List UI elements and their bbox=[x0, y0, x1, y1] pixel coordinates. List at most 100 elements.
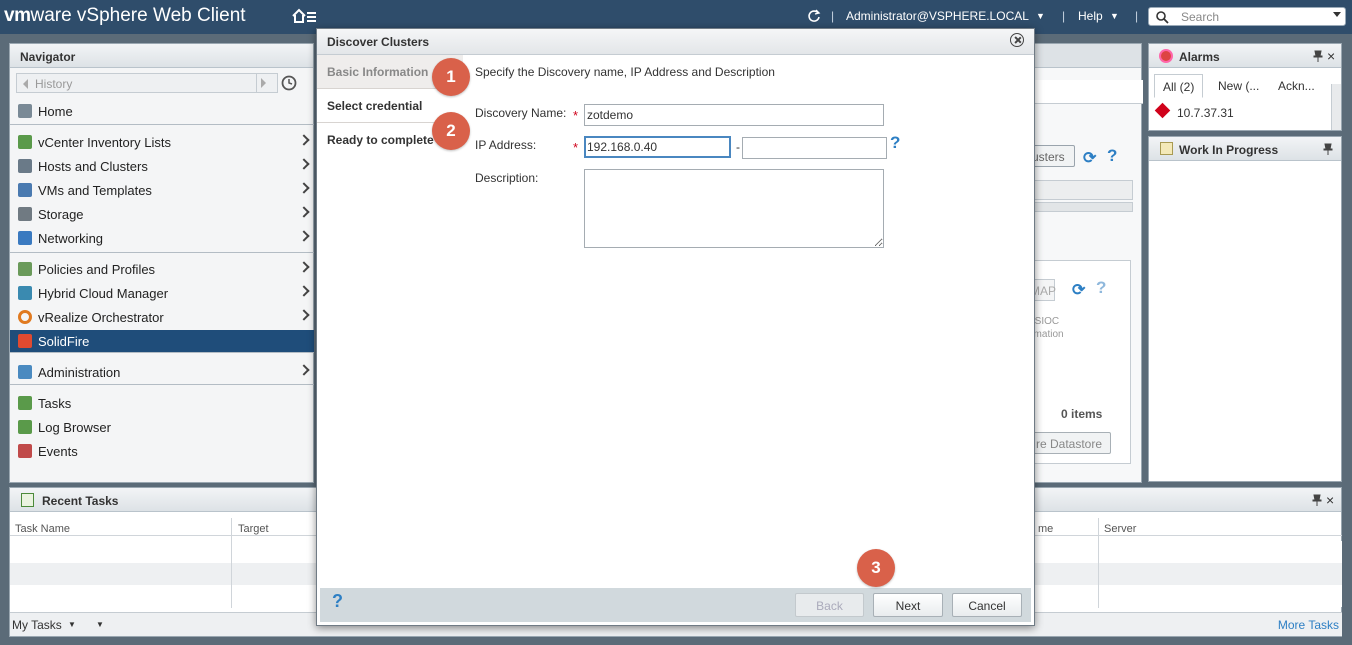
pin-icon[interactable] bbox=[1312, 494, 1322, 506]
items-count: 0 items bbox=[1061, 407, 1103, 421]
callout-badge-2: 2 bbox=[432, 112, 470, 150]
nav-item-administration[interactable]: Administration bbox=[10, 361, 314, 384]
nav-item-label: Hybrid Cloud Manager bbox=[38, 286, 169, 301]
chevron-right-icon bbox=[298, 230, 310, 242]
chevron-right-icon bbox=[298, 182, 310, 194]
dialog-title: Discover Clusters bbox=[317, 29, 1034, 55]
wip-title: Work In Progress bbox=[1149, 137, 1341, 161]
refresh-icon[interactable]: ⟳ bbox=[1072, 280, 1085, 300]
pin-icon[interactable] bbox=[1323, 143, 1333, 155]
nav-item-solidfire[interactable]: SolidFire bbox=[10, 330, 314, 353]
search-input[interactable]: Search bbox=[1148, 7, 1346, 26]
chevron-right-icon bbox=[298, 134, 310, 146]
help-menu[interactable]: Help bbox=[1078, 9, 1103, 23]
discovery-name-label: Discovery Name: bbox=[475, 106, 567, 120]
history-back[interactable]: History bbox=[16, 73, 278, 93]
tab-new[interactable]: New (... bbox=[1210, 74, 1267, 98]
history-clock-icon[interactable] bbox=[280, 74, 298, 92]
nav-item-events[interactable]: Events bbox=[10, 440, 314, 463]
wizard-content: Specify the Discovery name, IP Address a… bbox=[463, 55, 1034, 588]
history-forward[interactable] bbox=[256, 74, 270, 92]
alarm-clock-icon bbox=[1159, 49, 1173, 63]
my-tasks-dropdown[interactable]: My Tasks bbox=[12, 618, 62, 632]
tab-acknowledged[interactable]: Ackn... bbox=[1270, 74, 1323, 98]
horizontal-scrollbar[interactable] bbox=[1033, 202, 1133, 212]
navigator-title: Navigator bbox=[10, 44, 313, 68]
nav-item-networking[interactable]: Networking bbox=[10, 227, 314, 250]
help-icon[interactable]: ? bbox=[1107, 146, 1117, 166]
nav-item-label: vRealize Orchestrator bbox=[38, 310, 164, 325]
next-button[interactable]: Next bbox=[873, 593, 943, 617]
callout-badge-3: 3 bbox=[857, 549, 895, 587]
nav-item-vrealize-orchestrator[interactable]: vRealize Orchestrator bbox=[10, 306, 314, 329]
help-icon[interactable]: ? bbox=[1096, 278, 1106, 298]
nav-item-label: Home bbox=[38, 104, 73, 119]
refresh-icon[interactable] bbox=[807, 9, 821, 26]
callout-badge-1: 1 bbox=[432, 58, 470, 96]
tab-all[interactable]: All (2) bbox=[1154, 74, 1204, 98]
column-name[interactable]: me bbox=[1038, 523, 1053, 535]
help-icon[interactable]: ? bbox=[890, 133, 900, 153]
nav-item-storage[interactable]: Storage bbox=[10, 203, 314, 226]
nav-item-log-browser[interactable]: Log Browser bbox=[10, 416, 314, 439]
user-menu[interactable]: Administrator@VSPHERE.LOCAL bbox=[846, 9, 1029, 23]
chevron-down-icon[interactable]: ▼ bbox=[1110, 11, 1119, 21]
help-icon[interactable]: ? bbox=[332, 591, 343, 612]
discover-clusters-dialog: Discover Clusters Basic Information Sele… bbox=[316, 28, 1035, 626]
nav-divider bbox=[10, 124, 314, 125]
close-icon[interactable] bbox=[1010, 33, 1024, 47]
required-marker: * bbox=[573, 108, 579, 123]
cancel-button[interactable]: Cancel bbox=[952, 593, 1022, 617]
discovery-name-input[interactable] bbox=[584, 104, 884, 126]
nav-item-vcenter-inventory-lists[interactable]: vCenter Inventory Lists bbox=[10, 131, 314, 154]
description-textarea[interactable] bbox=[584, 169, 884, 248]
nav-divider bbox=[10, 252, 314, 253]
chevron-right-icon bbox=[298, 158, 310, 170]
nav-item-hybrid-cloud-manager[interactable]: Hybrid Cloud Manager bbox=[10, 282, 314, 305]
vertical-scrollbar[interactable] bbox=[1331, 84, 1341, 130]
close-icon[interactable]: × bbox=[1327, 48, 1335, 64]
solidfire-icon bbox=[18, 334, 32, 348]
ip-address-label: IP Address: bbox=[475, 138, 537, 152]
nav-item-tasks[interactable]: Tasks bbox=[10, 392, 314, 415]
nav-item-label: Tasks bbox=[38, 396, 72, 411]
alarm-item[interactable]: 10.7.37.31 bbox=[1177, 106, 1234, 120]
chevron-right-icon bbox=[298, 261, 310, 273]
column-target[interactable]: Target bbox=[238, 523, 269, 535]
home-menu-icon[interactable] bbox=[292, 8, 318, 26]
events-icon bbox=[18, 444, 32, 458]
nav-item-label: Administration bbox=[38, 365, 121, 380]
ip-address-end-input[interactable] bbox=[742, 137, 887, 159]
nav-item-label: vCenter Inventory Lists bbox=[38, 135, 171, 150]
close-icon[interactable]: × bbox=[1326, 492, 1334, 508]
chevron-down-icon[interactable]: ▼ bbox=[68, 620, 76, 629]
chevron-down-icon[interactable]: ▼ bbox=[1036, 11, 1045, 21]
notepad-icon bbox=[1160, 142, 1173, 155]
more-tasks-link[interactable]: More Tasks bbox=[1278, 618, 1339, 632]
nav-item-policies-and-profiles[interactable]: Policies and Profiles bbox=[10, 258, 314, 281]
column-server[interactable]: Server bbox=[1104, 523, 1136, 535]
chevron-down-icon[interactable] bbox=[1333, 12, 1341, 17]
nav-item-label: VMs and Templates bbox=[38, 183, 152, 198]
ip-range-separator: - bbox=[736, 140, 740, 154]
back-button[interactable]: Back bbox=[795, 593, 864, 617]
tasks-icon bbox=[21, 493, 34, 507]
pin-icon[interactable] bbox=[1313, 50, 1323, 62]
refresh-icon[interactable]: ⟳ bbox=[1083, 148, 1096, 168]
home-icon bbox=[18, 104, 32, 118]
nav-divider bbox=[10, 384, 314, 385]
chevron-down-icon[interactable]: ▼ bbox=[96, 620, 104, 629]
nav-item-home[interactable]: Home bbox=[10, 100, 314, 123]
ip-address-start-input[interactable] bbox=[584, 136, 731, 158]
chevron-right-icon bbox=[298, 206, 310, 218]
inventory-icon bbox=[18, 135, 32, 149]
nav-item-hosts-and-clusters[interactable]: Hosts and Clusters bbox=[10, 155, 314, 178]
alarms-panel: Alarms × All (2) New (... Ackn... 10.7.3… bbox=[1148, 43, 1342, 131]
column-task-name[interactable]: Task Name bbox=[15, 523, 70, 535]
nav-item-vms-and-templates[interactable]: VMs and Templates bbox=[10, 179, 314, 202]
chevron-right-icon bbox=[298, 285, 310, 297]
work-in-progress-panel: Work In Progress bbox=[1148, 136, 1342, 482]
nav-item-label: Policies and Profiles bbox=[38, 262, 156, 277]
log-icon bbox=[18, 420, 32, 434]
datastore-button[interactable]: re Datastore bbox=[1029, 432, 1111, 454]
